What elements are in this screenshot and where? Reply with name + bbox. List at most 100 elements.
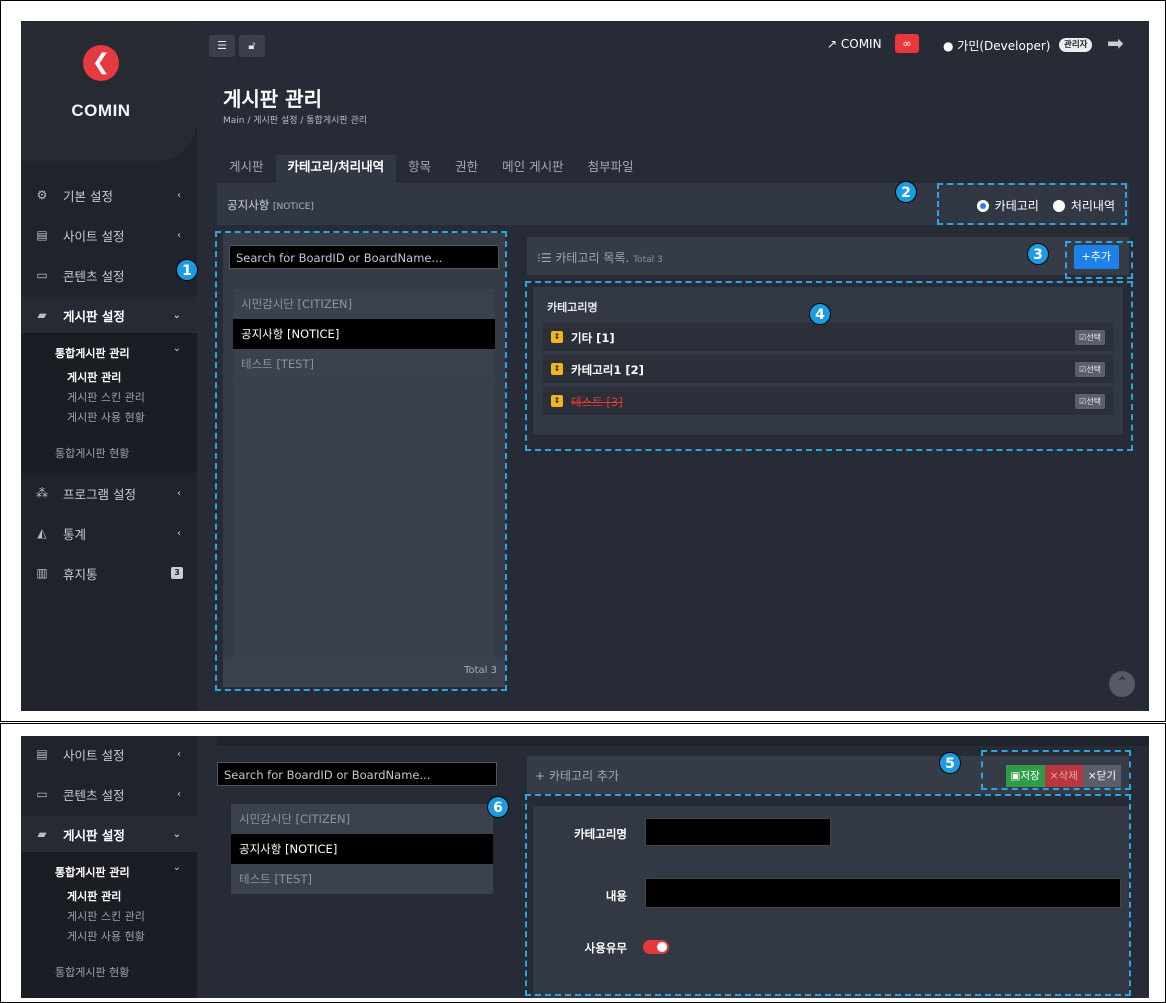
sidebar-item-content-settings[interactable]: ▭ 콘텐츠 설정	[21, 257, 197, 293]
window-icon: ▭	[36, 787, 48, 801]
board-list-panel: Search for BoardID or BoardName... 시민감시단…	[217, 756, 499, 998]
sidebar-item-label: 통계	[63, 526, 87, 542]
chevron-left-icon: ‹	[177, 487, 181, 499]
callout-number-6: 6	[487, 796, 509, 818]
board-title: 공지사항	[227, 198, 270, 212]
board-item-notice[interactable]: 공지사항 [NOTICE]	[231, 834, 493, 864]
comin-logo-icon[interactable]: ❮	[83, 45, 119, 81]
chevron-left-icon: ‹	[177, 189, 181, 201]
trash-count-badge: 3	[171, 567, 183, 579]
sidebar-item-label: 게시판 설정	[63, 827, 125, 843]
chevron-down-icon: ⌄	[172, 343, 181, 354]
selected-board-title: 공지사항 [NOTICE]	[227, 197, 314, 213]
callout-box-4	[525, 281, 1133, 451]
submenu-integrated-board[interactable]: 통합게시판 관리	[55, 864, 130, 880]
tab-board[interactable]: 게시판	[217, 155, 276, 183]
sidebar: ❮ COMIN ⚙ 기본 설정 ‹ ▤ 사이트 설정 ‹ ▭ 콘텐츠 설정 ▰ …	[21, 21, 197, 711]
gears-icon: ⚙	[36, 188, 48, 202]
breadcrumb: Main / 게시판 설정 / 통합게시판 관리	[223, 116, 368, 126]
area-chart-icon: ◭	[37, 526, 47, 540]
sidebar-item-label: 기본 설정	[63, 188, 113, 204]
callout-number-4: 4	[809, 303, 831, 325]
top-divider	[217, 736, 1149, 746]
server-icon: ▤	[36, 228, 48, 242]
list-toggle-icon[interactable]: ☰	[209, 35, 235, 57]
sidebar-item-trash[interactable]: ▥ 휴지통 3	[21, 555, 197, 591]
board-item-test[interactable]: 테스트 [TEST]	[231, 864, 493, 894]
scroll-top-icon[interactable]: ⌃	[1109, 671, 1135, 697]
sidebar-item-label: 사이트 설정	[63, 228, 125, 244]
sidebar-item-basic-settings[interactable]: ⚙ 기본 설정 ‹	[21, 177, 197, 213]
sidebar-item-site-settings[interactable]: ▤ 사이트 설정 ‹	[21, 736, 197, 772]
chevron-down-icon: ⌄	[172, 862, 181, 873]
sidebar-item-board-settings[interactable]: ▰ 게시판 설정 ⌄	[21, 297, 197, 333]
callout-box-1	[215, 231, 507, 691]
list-icon: ⁝☰	[537, 251, 556, 265]
submenu-board-status[interactable]: 통합게시판 현황	[55, 964, 129, 980]
admin-window: ❮ COMIN ⚙ 기본 설정 ‹ ▤ 사이트 설정 ‹ ▭ 콘텐츠 설정 ▰ …	[21, 21, 1149, 711]
sidebar-item-label: 휴지통	[63, 566, 98, 582]
sitemap-icon: ⁂	[36, 486, 48, 500]
logo-text: COMIN	[71, 101, 131, 120]
logo-area: ❮ COMIN	[21, 21, 197, 161]
callout-number-2: 2	[895, 181, 917, 203]
callout-box-3	[1065, 241, 1133, 279]
submenu-board-status[interactable]: 통합게시판 현황	[55, 445, 129, 461]
user-name: 가민(Developer)	[957, 39, 1051, 53]
logout-icon[interactable]: ➡	[1107, 31, 1133, 55]
screenshot-panel-top: ❮ COMIN ⚙ 기본 설정 ‹ ▤ 사이트 설정 ‹ ▭ 콘텐츠 설정 ▰ …	[0, 0, 1166, 722]
board-settings-submenu: 통합게시판 관리 ⌄ 게시판 관리 게시판 스킨 관리 게시판 사용 현황 통합…	[21, 333, 197, 473]
trash-icon: ▥	[36, 566, 48, 580]
submenu-board-usage[interactable]: 게시판 사용 현황	[67, 409, 145, 425]
board-search-input[interactable]: Search for BoardID or BoardName...	[217, 762, 497, 786]
comments-icon: ▰	[37, 827, 47, 841]
chevron-left-icon: ‹	[177, 229, 181, 241]
tab-attachments[interactable]: 첨부파일	[576, 155, 646, 183]
submenu-board-skin[interactable]: 게시판 스킨 관리	[67, 908, 145, 924]
user-menu[interactable]: ● 가민(Developer)	[943, 37, 1050, 54]
chevron-left-icon: ‹	[177, 788, 181, 800]
add-category-title: + 카테고리 추가	[535, 769, 619, 783]
site-link-label: COMIN	[840, 37, 882, 51]
callout-number-1: 1	[176, 259, 198, 281]
sidebar-item-program-settings[interactable]: ⁂ 프로그램 설정 ‹	[21, 475, 197, 511]
sidebar-item-label: 콘텐츠 설정	[63, 268, 125, 284]
chevron-left-icon: ‹	[177, 527, 181, 539]
board-code: [NOTICE]	[272, 202, 314, 212]
site-link[interactable]: ↗ COMIN	[827, 37, 882, 51]
server-icon: ▤	[36, 747, 48, 761]
sidebar-item-site-settings[interactable]: ▤ 사이트 설정 ‹	[21, 217, 197, 253]
submenu-board-manage[interactable]: 게시판 관리	[67, 888, 121, 904]
comments-icon: ▰	[37, 308, 47, 322]
submenu-board-manage[interactable]: 게시판 관리	[67, 369, 121, 385]
sidebar-item-content-settings[interactable]: ▭ 콘텐츠 설정 ‹	[21, 776, 197, 812]
sidebar-item-stats[interactable]: ◭ 통계 ‹	[21, 515, 197, 551]
callout-box-5	[981, 750, 1131, 790]
board-settings-submenu: 통합게시판 관리 ⌄ 게시판 관리 게시판 스킨 관리 게시판 사용 현황 통합…	[21, 852, 197, 998]
submenu-integrated-board[interactable]: 통합게시판 관리	[55, 345, 130, 361]
tab-bar: 게시판 카테고리/처리내역 항목 권한 메인 게시판 첨부파일	[217, 155, 646, 183]
submenu-board-skin[interactable]: 게시판 스킨 관리	[67, 389, 145, 405]
category-title-text: 카테고리 목록.	[555, 251, 630, 265]
sidebar: ▤ 사이트 설정 ‹ ▭ 콘텐츠 설정 ‹ ▰ 게시판 설정 ⌄ 통합게시판 관…	[21, 736, 197, 998]
sidebar-item-label: 게시판 설정	[63, 308, 125, 324]
callout-number-3: 3	[1027, 243, 1049, 265]
tab-category-history[interactable]: 카테고리/처리내역	[275, 155, 397, 183]
tab-permissions[interactable]: 권한	[443, 155, 490, 183]
role-badge: 관리자	[1059, 38, 1093, 52]
chevron-down-icon: ⌄	[172, 828, 181, 840]
callout-box-2	[937, 183, 1127, 225]
link-icon[interactable]: ∞	[895, 34, 919, 53]
callout-box-6	[525, 794, 1131, 996]
sidebar-item-label: 프로그램 설정	[63, 486, 136, 502]
unlock-icon[interactable]: 🔓︎	[239, 35, 265, 57]
sidebar-item-label: 사이트 설정	[63, 747, 125, 763]
screenshot-panel-bottom: ▤ 사이트 설정 ‹ ▭ 콘텐츠 설정 ‹ ▰ 게시판 설정 ⌄ 통합게시판 관…	[0, 723, 1166, 1003]
tab-main-board[interactable]: 메인 게시판	[490, 155, 575, 183]
board-item-citizen[interactable]: 시민감시단 [CITIZEN]	[231, 804, 493, 834]
sidebar-item-board-settings[interactable]: ▰ 게시판 설정 ⌄	[21, 816, 197, 852]
tab-fields[interactable]: 항목	[396, 155, 443, 183]
board-list: 시민감시단 [CITIZEN] 공지사항 [NOTICE] 테스트 [TEST]	[231, 804, 493, 894]
category-list-title: ⁝☰ 카테고리 목록. Total 3	[537, 249, 663, 266]
submenu-board-usage[interactable]: 게시판 사용 현황	[67, 928, 145, 944]
